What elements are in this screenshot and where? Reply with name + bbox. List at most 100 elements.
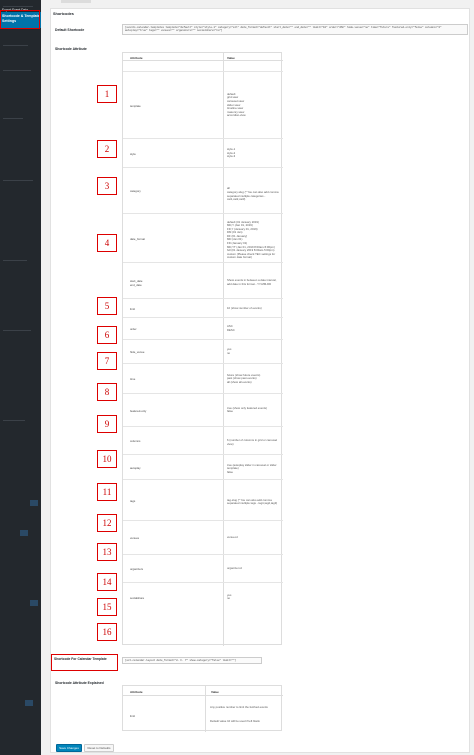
attribute-cell: columns (130, 439, 141, 443)
table-row: columns 6 (number of columns in grid or c… (123, 426, 283, 454)
row-number-badge: 1 (97, 85, 117, 103)
row-number-badge: 10 (97, 450, 117, 468)
attribute-cell: featured-only (130, 408, 147, 413)
value-cell: yes no (227, 593, 281, 601)
value-cell: organizer-id (227, 567, 281, 571)
table-row: hide_venue yes no (123, 339, 283, 363)
value-line: venue-id (227, 535, 238, 540)
value-cell: Show events in between a date interval, … (227, 278, 281, 286)
value-cell: default grid-view carousel-view slider-view… (227, 92, 281, 118)
sidebar-divider (3, 330, 31, 331)
value-line: style-3 (227, 154, 236, 159)
value-cell: ASC DESC (227, 325, 281, 332)
calendar-value-limit-1: Any positive number to limit the fetched… (210, 705, 268, 709)
table-header: Attribute Value (123, 53, 283, 61)
row-number-badge: 13 (97, 543, 117, 561)
calendar-attr-limit: limit (130, 714, 135, 718)
value-line: no (227, 350, 231, 355)
value-cell: all category-slug (* You can also add com… (227, 187, 281, 201)
table-row: order ASC DESC (123, 317, 283, 339)
value-line: Show events in between a date interval, … (227, 278, 277, 286)
sidebar-divider (3, 420, 25, 421)
table-row: limit 10 (show number of events) (123, 298, 283, 317)
value-line: no (227, 596, 231, 601)
attribute-cell: order (130, 327, 137, 331)
row-number-badge: 15 (97, 598, 117, 616)
col-attribute-header: Attribute (130, 690, 143, 694)
row-number-badge: 14 (97, 573, 117, 591)
row-number-badge: 6 (97, 326, 117, 344)
table-row: date_format default (01 January 2019) MD,Y… (123, 213, 283, 262)
value-cell: 10 (show number of events) (227, 305, 281, 311)
value-cell: true (show only featured events) false (227, 406, 281, 414)
row-number-badge: 3 (97, 177, 117, 195)
value-cell: future (show future events) past (show pa… (227, 373, 281, 385)
value-cell: style-1 style-2 style-3 (227, 147, 281, 159)
value-cell: default (01 January 2019) MD,Y (Jan 01, 2… (227, 220, 281, 261)
table-header: Attribute Value (123, 686, 283, 696)
sidebar-divider (3, 260, 27, 261)
attribute-cell: style (130, 151, 136, 156)
column-divider (205, 686, 206, 732)
sidebar-icon (20, 530, 28, 536)
attribute-cell: tags (130, 498, 136, 503)
value-line: custom (Please check TEC settings for cu… (227, 251, 276, 260)
calendar-shortcode-label: Shortcode For Calendar Template (54, 657, 107, 661)
attribute-cell: organizers (130, 567, 144, 571)
value-cell: 6 (number of columns in grid or carousel… (227, 438, 281, 446)
value-line: category-slug (* You can also add comma … (227, 189, 279, 202)
table-row: organizers organizer-id (123, 554, 283, 582)
table-row: featured-only true (show only featured ev… (123, 393, 283, 426)
row-number-badge: 8 (97, 383, 117, 401)
highlight-box-sidebar (0, 10, 40, 29)
table-row: socialshare yes no (123, 582, 283, 611)
col-value-header: Value (211, 690, 219, 694)
value-line: 10 (show number of events) (227, 305, 262, 310)
value-cell: venue-id (227, 536, 281, 540)
shortcode-attribute-label: Shortcode Attribute (55, 47, 87, 51)
value-cell: true (autoplay slider in carousel or sli… (227, 463, 281, 475)
table-row: tags tag-slug (* You can also add comma s… (123, 479, 283, 520)
sidebar-icon (25, 700, 33, 706)
attribute-cell: date_format (130, 236, 145, 241)
attribute-cell: socialshare (130, 595, 145, 600)
value-line: false (227, 470, 233, 475)
value-line: DESC (227, 327, 235, 332)
attribute-cell: venues (130, 536, 140, 540)
value-line: accordion-view (227, 113, 246, 118)
sidebar-icon (30, 500, 38, 506)
reset-defaults-button[interactable]: Reset to Defaults (84, 744, 114, 752)
value-cell: tag-slug (* You can also add comma separ… (227, 497, 281, 506)
col-attribute-header: Attribute (130, 56, 143, 60)
sidebar-divider (3, 6, 33, 7)
attribute-cell: autoplay (130, 465, 141, 470)
attribute-cell: start_date end_date (130, 279, 143, 287)
attribute-cell: time (130, 377, 136, 381)
save-changes-button[interactable]: Save Changes (56, 744, 82, 752)
attribute-cell: category (130, 189, 141, 193)
default-shortcode-field[interactable]: [events-calendar-templates template="def… (122, 24, 468, 35)
row-number-badge: 4 (97, 234, 117, 252)
row-number-badge: 2 (97, 140, 117, 158)
attribute-explained-label: Shortcode Attribute Explained (55, 681, 104, 685)
sidebar-divider (3, 118, 23, 119)
sidebar-divider (3, 70, 31, 71)
value-line: tag-slug (* You can also add comma separ… (227, 497, 278, 506)
table-row: category all category-slug (* You can also… (123, 167, 283, 213)
value-line: organizer-id (227, 566, 242, 571)
attribute-cell: hide_venue (130, 350, 145, 354)
value-line: 6 (number of columns in grid or carousel… (227, 438, 278, 446)
attribute-table: Attribute Value template default grid-view… (122, 52, 283, 646)
calendar-shortcode-field[interactable]: [ect-calendar-layout date_format="d. F. … (122, 657, 262, 664)
row-number-badge: 9 (97, 415, 117, 433)
table-row: start_date end_date Show events in betwee… (123, 262, 283, 298)
value-cell: yes no (227, 348, 281, 355)
row-number-badge: 16 (97, 623, 117, 641)
calendar-value-limit-2: Default value 10 will be used if left bl… (210, 719, 260, 723)
sidebar-divider (3, 180, 33, 181)
attribute-cell: limit (130, 306, 135, 311)
value-line: false (227, 409, 233, 414)
value-line: all (show all events) (227, 379, 252, 384)
sidebar-icon (30, 600, 38, 606)
table-row: time future (show future events) past (sho… (123, 363, 283, 393)
